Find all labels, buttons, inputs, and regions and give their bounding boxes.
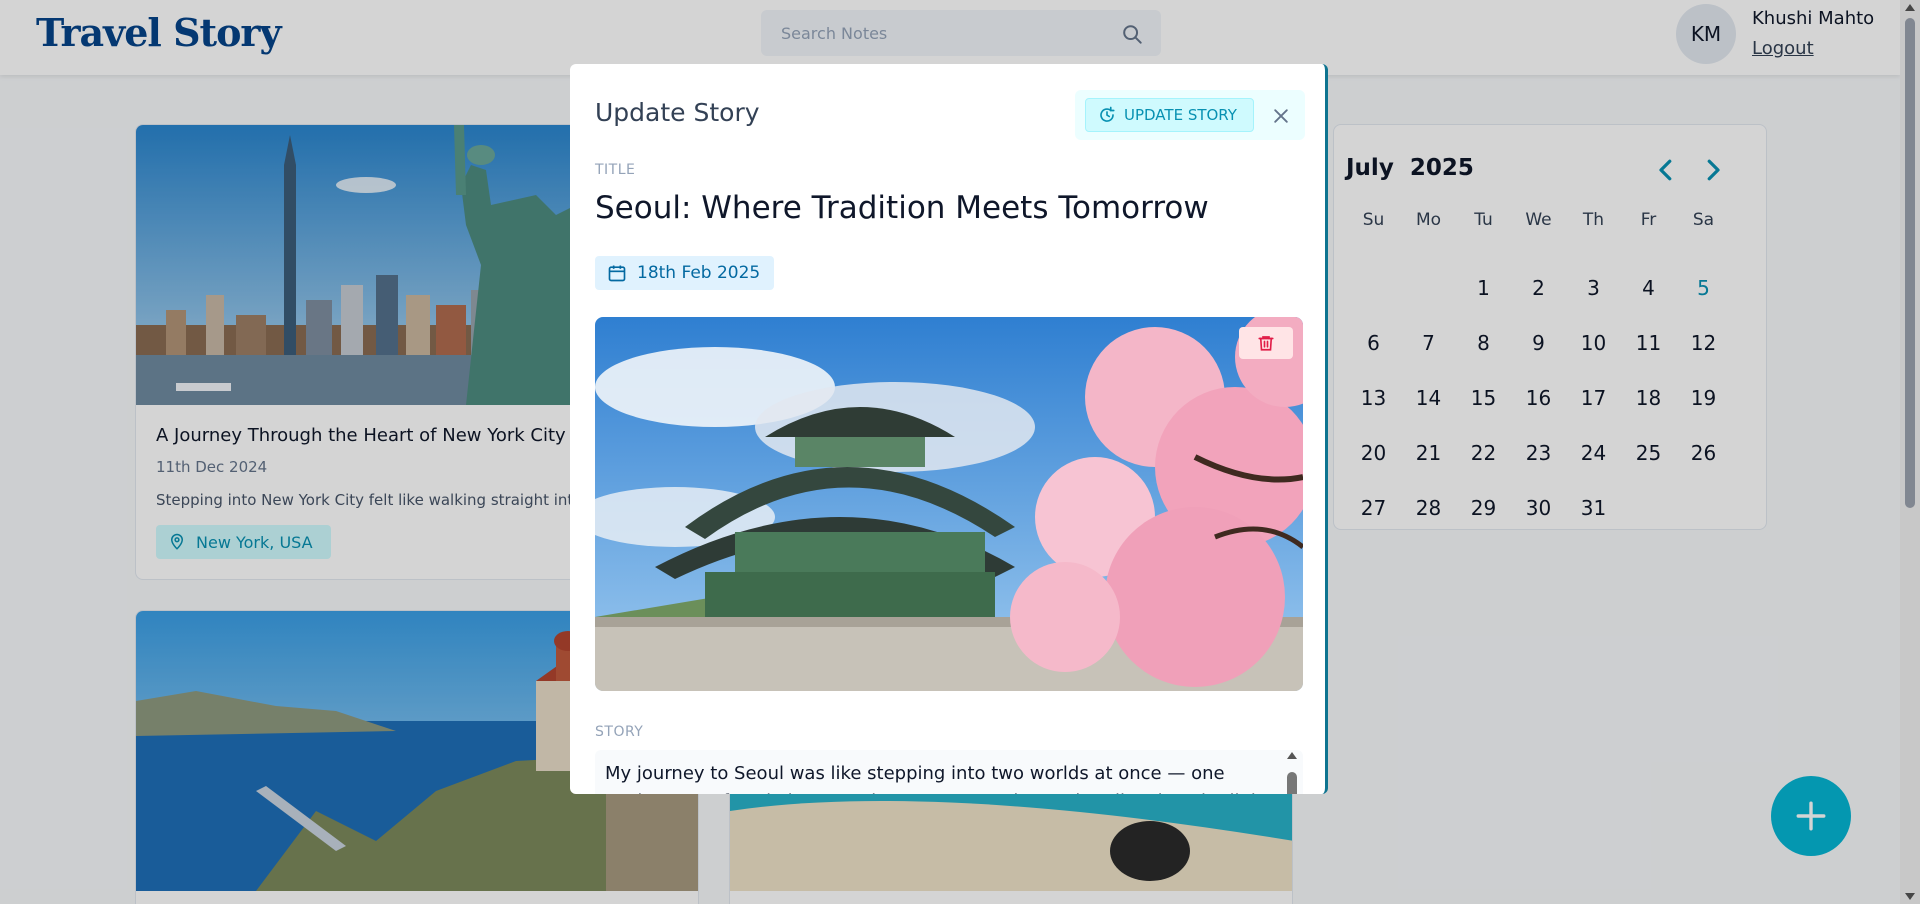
modal-heading: Update Story — [595, 98, 760, 127]
delete-image-button[interactable] — [1239, 327, 1293, 359]
modal-actions: UPDATE STORY — [1075, 90, 1305, 140]
title-label: TITLE — [595, 162, 636, 178]
story-scrollbar[interactable] — [1285, 752, 1299, 794]
story-text: My journey to Seoul was like stepping in… — [605, 763, 1279, 794]
story-image — [595, 317, 1303, 691]
update-story-modal: Update Story UPDATE STORY TITLE Seoul: W… — [570, 64, 1328, 794]
update-story-label: UPDATE STORY — [1124, 106, 1237, 124]
date-picker-button[interactable]: 18th Feb 2025 — [595, 256, 775, 290]
scrollbar-thumb[interactable] — [1287, 772, 1297, 794]
refresh-icon — [1100, 106, 1115, 122]
trash-icon — [1258, 336, 1274, 351]
story-title-input[interactable]: Seoul: Where Tradition Meets Tomorrow — [595, 190, 1209, 226]
story-textarea[interactable]: My journey to Seoul was like stepping in… — [595, 750, 1303, 794]
update-story-button[interactable]: UPDATE STORY — [1085, 98, 1254, 132]
close-icon[interactable] — [1271, 106, 1291, 126]
story-label: STORY — [595, 724, 644, 740]
scroll-up-icon[interactable] — [1287, 752, 1297, 759]
story-date: 18th Feb 2025 — [637, 263, 761, 283]
calendar-icon — [608, 265, 626, 282]
